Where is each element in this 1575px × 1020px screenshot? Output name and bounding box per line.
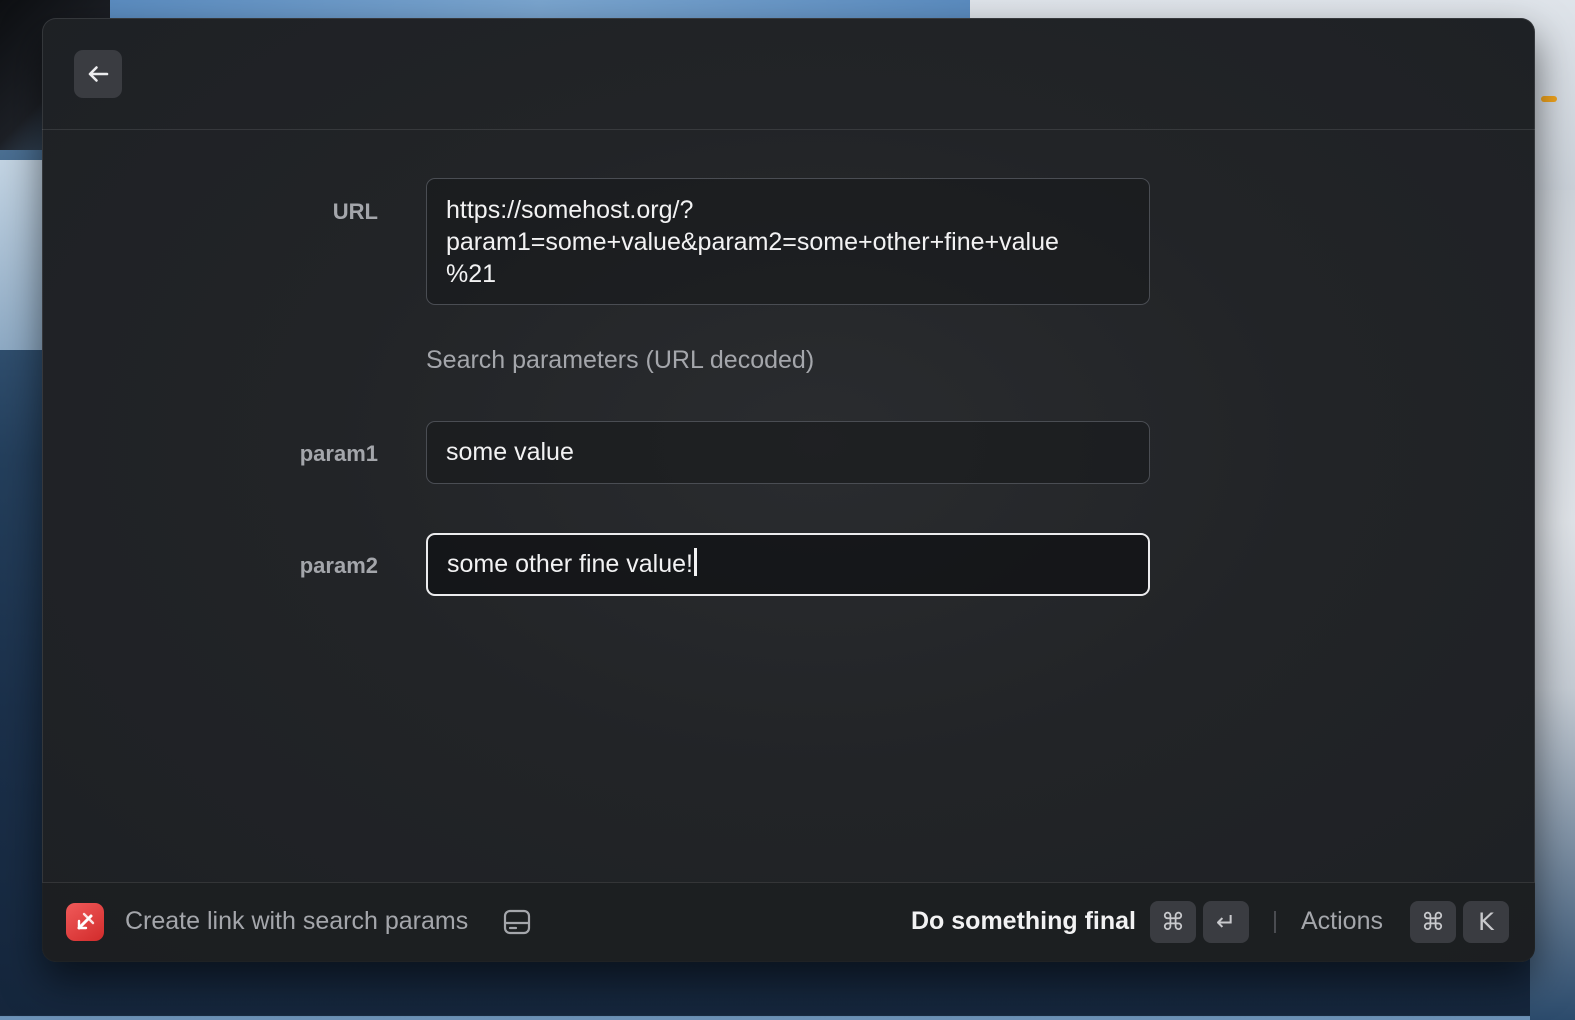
primary-action-button[interactable]: Do something final [911, 907, 1136, 936]
param1-input[interactable]: some value [426, 421, 1150, 484]
extension-window: URL https://somehost.org/? param1=some+v… [42, 18, 1535, 962]
param1-label: param1 [299, 441, 378, 466]
param2-label: param2 [299, 553, 378, 578]
url-line-2: param1=some+value&param2=some+other+fine… [446, 228, 1059, 256]
param2-input[interactable]: some other fine value! [426, 533, 1150, 596]
action-bar-divider [1274, 911, 1276, 933]
command-title: Create link with search params [125, 907, 469, 935]
url-textarea[interactable]: https://somehost.org/? param1=some+value… [426, 178, 1150, 305]
search-params-heading: Search parameters (URL decoded) [426, 346, 815, 374]
background-window-accent [1541, 96, 1557, 102]
url-line-3: %21 [446, 260, 497, 288]
param2-value: some other fine value! [447, 550, 693, 578]
command-key-badge: ⌘ [1410, 901, 1456, 943]
text-caret [693, 548, 697, 576]
actions-button[interactable]: Actions [1301, 907, 1383, 936]
k-key-badge: K [1463, 901, 1509, 943]
background-window-right-lower [1530, 190, 1575, 1020]
command-key-badge: ⌘ [1150, 901, 1196, 943]
window-top-bar [42, 18, 1535, 130]
hard-drive-icon [503, 909, 531, 935]
action-bar: Create link with search params Do someth… [42, 882, 1535, 962]
url-label: URL [332, 199, 378, 224]
arrow-left-icon [88, 66, 109, 82]
raycast-logo-icon [66, 903, 104, 941]
return-key-badge: ↵ [1203, 901, 1249, 943]
back-button[interactable] [74, 50, 122, 98]
url-line-1: https://somehost.org/? [446, 196, 694, 224]
desktop-background-left-ice [0, 160, 45, 350]
param1-value: some value [446, 438, 574, 466]
